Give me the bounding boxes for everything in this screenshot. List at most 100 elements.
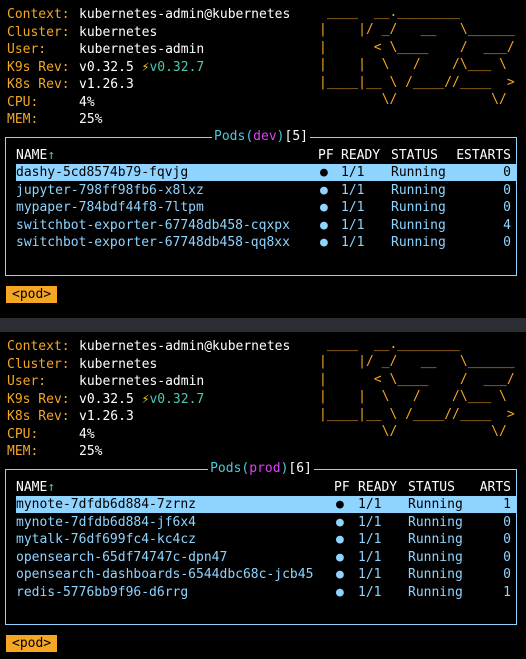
- col-status-header[interactable]: STATUS: [408, 479, 455, 496]
- title-resource: Pods: [214, 129, 246, 144]
- pods-table-box: Pods(dev)[5] NAME↑ PF READY STATUS ESTAR…: [5, 129, 517, 276]
- context-label: Context:: [7, 7, 70, 22]
- pod-status: Running: [391, 200, 446, 215]
- table-row[interactable]: mytalk-76df699fc4-kc4cz ● 1/1 Running 0: [16, 531, 517, 548]
- table-row[interactable]: dashy-5cd8574b79-fqvjg ● 1/1 Running 0: [16, 164, 517, 181]
- cpu-value: 4%: [79, 94, 95, 110]
- header-k9s-rev: K9s Rev: v0.32.5 ⚡v0.32.7: [7, 59, 204, 76]
- k8s-rev-value: v1.26.3: [79, 409, 134, 424]
- pod-restarts: 0: [503, 514, 511, 530]
- header-k8s-rev: K8s Rev: v1.26.3: [7, 408, 134, 425]
- header-context: Context: kubernetes-admin@kubernetes: [7, 6, 290, 23]
- pod-name: jupyter-798ff98fb6-x8lxz: [16, 182, 204, 198]
- cluster-value: kubernetes: [79, 356, 158, 372]
- mem-value: 25%: [79, 444, 103, 459]
- pod-ready: 1/1: [341, 235, 365, 250]
- pod-ready: 1/1: [341, 217, 365, 233]
- k9s-latest-value: v0.32.7: [149, 391, 205, 407]
- header-mem: MEM: 25%: [7, 111, 102, 128]
- user-value: kubernetes-admin: [79, 42, 205, 57]
- user-label: User:: [7, 42, 47, 57]
- pod-name: mypaper-784bdf44f8-7ltpm: [16, 200, 204, 215]
- title-namespace: prod: [249, 461, 281, 476]
- breadcrumb-pod[interactable]: <pod>: [6, 286, 58, 303]
- col-ready-header[interactable]: READY: [341, 147, 380, 164]
- pod-restarts: 1: [503, 584, 511, 600]
- table-row[interactable]: redis-5776bb9f96-d6rrg ● 1/1 Running 1: [16, 584, 517, 601]
- sort-asc-icon: ↑: [47, 480, 56, 495]
- table-row[interactable]: mypaper-784bdf44f8-7ltpm ● 1/1 Running 0: [16, 199, 517, 216]
- pod-status: Running: [391, 182, 446, 198]
- pod-name: mynote-7dfdb6d884-jf6x4: [16, 514, 197, 530]
- k8s-rev-label: K8s Rev:: [7, 77, 70, 92]
- title-count: 6: [296, 461, 305, 476]
- pod-restarts: 0: [503, 549, 511, 565]
- col-status-header[interactable]: STATUS: [391, 147, 438, 164]
- pod-ready: 1/1: [358, 514, 382, 530]
- context-value: kubernetes-admin@kubernetes: [79, 7, 291, 22]
- col-ready-header[interactable]: READY: [358, 479, 397, 496]
- user-label: User:: [7, 374, 47, 389]
- col-pf-header[interactable]: PF: [318, 147, 334, 164]
- pod-restarts: 0: [503, 165, 511, 180]
- col-name-header[interactable]: NAME↑: [16, 479, 55, 496]
- pod-restarts: 0: [503, 182, 511, 198]
- mem-label: MEM:: [7, 444, 39, 459]
- table-header: NAME↑ PF READY STATUS ESTARTS: [16, 147, 517, 164]
- cluster-label: Cluster:: [7, 356, 70, 372]
- k9s-rev-label: K9s Rev:: [7, 59, 70, 75]
- pod-status: Running: [391, 217, 446, 233]
- table-row[interactable]: switchbot-exporter-67748db458-qq8xx ● 1/…: [16, 234, 517, 251]
- col-restarts-header[interactable]: ARTS: [480, 479, 511, 496]
- table-header: NAME↑ PF READY STATUS ARTS: [16, 479, 517, 496]
- k9s-rev-value: v0.32.5: [79, 59, 134, 75]
- pf-dot-icon: ●: [336, 514, 344, 530]
- table-row[interactable]: opensearch-65df74747c-dpn47 ● 1/1 Runnin…: [16, 549, 517, 566]
- pod-status: Running: [408, 514, 463, 530]
- pf-dot-icon: ●: [336, 497, 344, 512]
- table-row[interactable]: mynote-7dfdb6d884-7zrnz ● 1/1 Running 1: [16, 496, 517, 513]
- col-restarts-header[interactable]: ESTARTS: [456, 147, 511, 164]
- pf-dot-icon: ●: [336, 549, 344, 565]
- table-row[interactable]: switchbot-exporter-67748db458-cqxpx ● 1/…: [16, 217, 517, 234]
- pod-ready: 1/1: [358, 549, 382, 565]
- col-name-header[interactable]: NAME↑: [16, 147, 55, 164]
- pod-status: Running: [408, 584, 463, 600]
- k9s-logo: ____ __.________ | |/ _/ __ \______ | < …: [319, 337, 515, 440]
- pod-restarts: 4: [503, 217, 511, 233]
- pf-dot-icon: ●: [320, 235, 328, 250]
- title-resource: Pods: [210, 461, 242, 476]
- k9s-panel-prod: Context: kubernetes-admin@kubernetes Clus…: [0, 332, 526, 659]
- pod-ready: 1/1: [358, 532, 382, 547]
- pod-restarts: 0: [503, 200, 511, 215]
- pod-status: Running: [391, 165, 446, 180]
- k8s-rev-value: v1.26.3: [79, 77, 134, 92]
- k9s-latest-value: v0.32.7: [149, 59, 205, 75]
- k9s-panel-dev: Context: kubernetes-admin@kubernetes Clus…: [0, 0, 526, 318]
- pod-status: Running: [408, 497, 463, 512]
- cluster-label: Cluster:: [7, 24, 70, 40]
- pod-ready: 1/1: [341, 165, 365, 180]
- context-value: kubernetes-admin@kubernetes: [79, 339, 291, 354]
- header-user: User: kubernetes-admin: [7, 373, 204, 390]
- pods-table-box: Pods(prod)[6] NAME↑ PF READY STATUS ARTS…: [5, 461, 517, 625]
- pod-ready: 1/1: [358, 584, 382, 600]
- k8s-rev-label: K8s Rev:: [7, 409, 70, 424]
- pod-restarts: 0: [503, 532, 511, 547]
- pod-name: switchbot-exporter-67748db458-qq8xx: [16, 235, 290, 250]
- sort-asc-icon: ↑: [47, 148, 56, 163]
- breadcrumb-pod[interactable]: <pod>: [6, 635, 58, 652]
- pod-name: redis-5776bb9f96-d6rrg: [16, 584, 189, 600]
- col-pf-header[interactable]: PF: [334, 479, 350, 496]
- pod-status: Running: [408, 567, 463, 582]
- title-count: 5: [292, 129, 301, 144]
- table-row[interactable]: mynote-7dfdb6d884-jf6x4 ● 1/1 Running 0: [16, 514, 517, 531]
- header-cluster: Cluster: kubernetes: [7, 24, 157, 41]
- header-user: User: kubernetes-admin: [7, 41, 204, 58]
- pod-name: opensearch-65df74747c-dpn47: [16, 549, 228, 565]
- table-row[interactable]: jupyter-798ff98fb6-x8lxz ● 1/1 Running 0: [16, 182, 517, 199]
- table-row[interactable]: opensearch-dashboards-6544dbc68c-jcb45 ●…: [16, 566, 517, 583]
- pf-dot-icon: ●: [336, 567, 344, 582]
- header-cluster: Cluster: kubernetes: [7, 356, 157, 373]
- header-k9s-rev: K9s Rev: v0.32.5 ⚡v0.32.7: [7, 391, 204, 408]
